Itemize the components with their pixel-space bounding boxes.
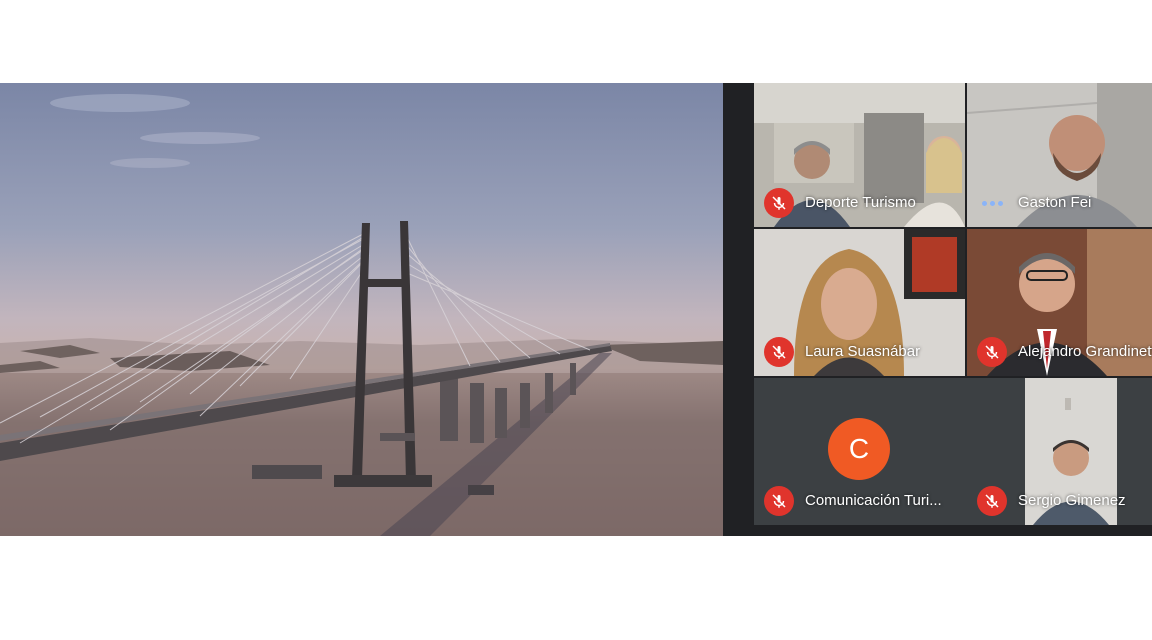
mic-off-icon (764, 337, 794, 367)
mic-off-icon (977, 337, 1007, 367)
participant-name: Deporte Turismo (805, 194, 916, 211)
mic-off-icon (977, 486, 1007, 516)
participant-tile[interactable]: Gaston Fei (967, 83, 1152, 227)
participant-grid: Deporte Turismo Gaston Fei Laura Suasnáb… (754, 83, 1152, 536)
participant-name: Alejandro Grandinetti (1018, 343, 1152, 360)
participant-name: Gaston Fei (1018, 194, 1092, 211)
participant-name: Sergio Gimenez (1018, 492, 1126, 509)
participant-tile[interactable]: Alejandro Grandinetti (967, 229, 1152, 376)
participant-name: Laura Suasnábar (805, 343, 921, 360)
presentation-video[interactable] (0, 83, 723, 536)
participant-tile[interactable]: Deporte Turismo (754, 83, 965, 227)
participant-name: Comunicación Turi... (805, 492, 942, 509)
participant-avatar: C (828, 418, 890, 480)
participant-tile[interactable]: Laura Suasnábar (754, 229, 965, 376)
video-call-window: Deporte Turismo Gaston Fei Laura Suasnáb… (0, 83, 1152, 536)
participant-tile[interactable]: Sergio Gimenez (967, 378, 1152, 525)
bridge-scene-image (0, 94, 723, 536)
mic-off-icon (764, 188, 794, 218)
mic-off-icon (764, 486, 794, 516)
speaking-indicator-icon (977, 188, 1007, 218)
